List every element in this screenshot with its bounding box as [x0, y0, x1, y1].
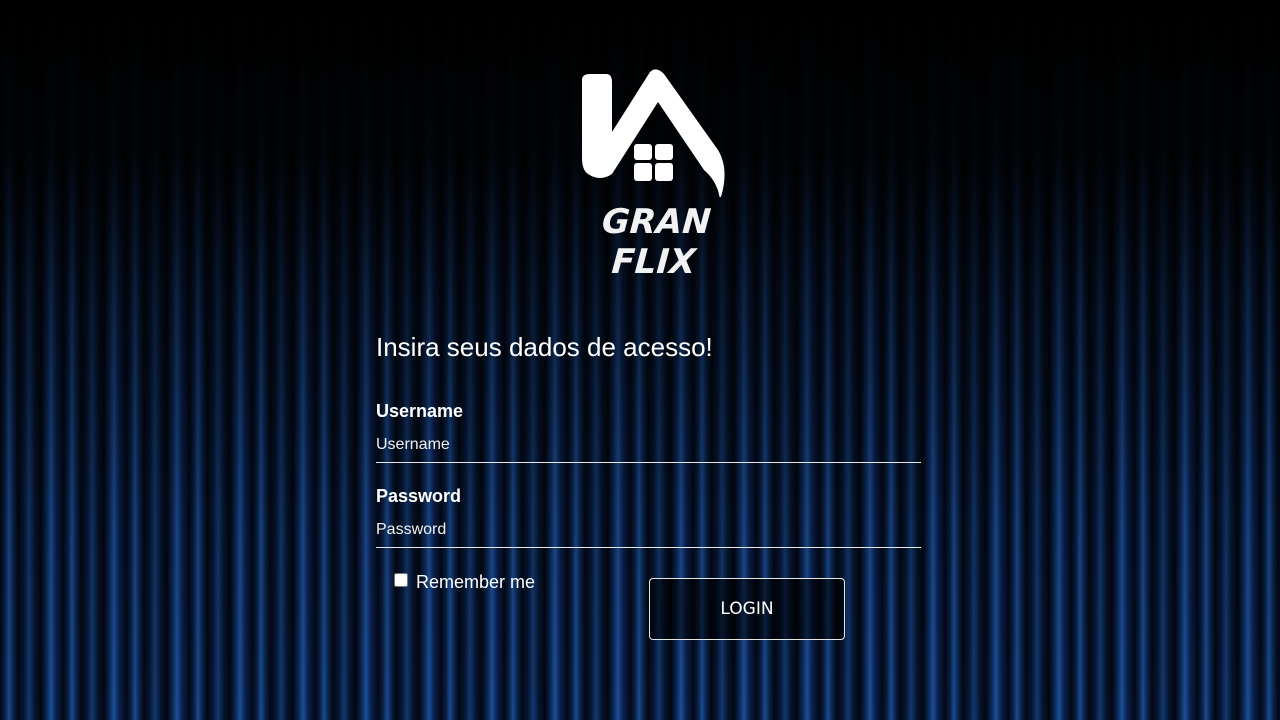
house-logo-icon [582, 69, 725, 197]
form-actions: Remember me LOGIN [376, 570, 921, 640]
password-label: Password [376, 486, 462, 506]
logo-window-bl [634, 163, 652, 181]
logo-window-br [655, 163, 673, 181]
brand-name: GRAN FLIX [600, 202, 713, 282]
brand-logo: GRAN FLIX [560, 62, 740, 282]
username-label: Username [376, 401, 464, 421]
remember-me-label: Remember me [416, 572, 536, 592]
form-heading: Insira seus dados de acesso! [376, 332, 713, 362]
login-form: Insira seus dados de acesso! Username Pa… [376, 330, 921, 640]
logo-window-tr [655, 144, 673, 160]
remember-me[interactable]: Remember me [394, 572, 535, 593]
logo-window-tl [634, 144, 652, 160]
username-input[interactable] [376, 430, 921, 463]
login-button[interactable]: LOGIN [649, 578, 845, 640]
remember-me-checkbox[interactable] [394, 572, 408, 587]
logo-roof-shape [582, 69, 725, 197]
password-input[interactable] [376, 515, 921, 548]
